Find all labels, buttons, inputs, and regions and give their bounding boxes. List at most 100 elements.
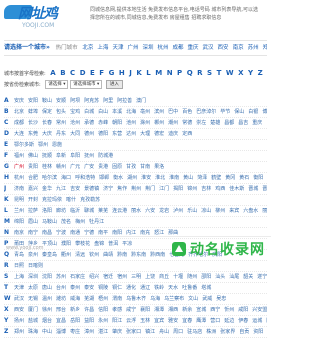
city-link[interactable]: 德宏 [154,131,164,137]
city-link[interactable]: 滨州 [154,109,164,115]
city-link[interactable]: 北京 [14,109,24,115]
city-link[interactable]: 潮州 [168,120,178,126]
city-link[interactable]: 淮南 [169,175,179,181]
city-link[interactable]: 太原 [28,285,38,291]
city-link[interactable]: 嘉兴 [28,186,38,192]
city-link[interactable]: 威海 [70,296,80,302]
city-link[interactable]: 文山 [188,296,198,302]
city-link[interactable]: 张家界 [220,329,235,335]
city-link[interactable]: 潍坊 [56,296,66,302]
letter-link[interactable]: S [207,69,212,77]
city-link[interactable]: 黄山 [183,175,193,181]
city-link[interactable]: 莱芜 [98,208,108,214]
city-link[interactable]: 石家庄 [70,274,85,280]
city-link[interactable]: 佛山 [28,153,38,159]
city-link[interactable]: 汕头 [215,274,225,280]
city-link[interactable]: 百色 [182,109,192,115]
city-link[interactable]: 孝感 [112,307,122,313]
city-link[interactable]: 赣州 [56,164,66,170]
city-link[interactable]: 忻州 [224,307,234,313]
city-link[interactable]: 定西 [182,131,192,137]
city-link[interactable]: 广州 [14,164,24,170]
city-link[interactable]: 江门 [159,186,169,192]
city-link[interactable]: 徐州 [42,307,52,313]
city-link[interactable]: 淮安 [141,175,151,181]
city-link[interactable]: 金华 [42,186,52,192]
city-link[interactable]: 遂宁 [257,274,267,280]
city-link[interactable]: 黄石 [239,175,249,181]
city-link[interactable]: 赤峰 [98,120,108,126]
city-link[interactable]: 大庆 [42,131,52,137]
city-link[interactable]: 宜昌 [56,318,66,324]
city-link[interactable]: 东莞 [28,131,38,137]
city-link[interactable]: 荆门 [145,186,155,192]
city-link[interactable]: 楚雄 [210,120,220,126]
city-link[interactable]: 天津 [14,285,24,291]
city-link[interactable]: 长沙 [28,120,38,126]
city-link[interactable]: 玉林 [140,318,150,324]
city-link[interactable]: 铁岭 [154,285,164,291]
city-link[interactable]: 岳阳 [70,318,80,324]
hot-city-link[interactable]: 苏州 [248,45,259,51]
city-link[interactable]: 上海 [14,274,24,280]
city-link[interactable]: 新乡 [70,307,80,313]
city-link[interactable]: 济宁 [103,186,113,192]
city-link[interactable]: 中山 [42,329,52,335]
city-link[interactable]: 拉萨 [28,208,38,214]
footer-url[interactable]: www.yooji.com [6,245,44,251]
letter-link[interactable]: R [197,69,202,77]
city-link[interactable]: 永州 [98,318,108,324]
city-link[interactable]: 舟山 [159,329,169,335]
city-link[interactable]: 沈阳 [42,274,52,280]
city-link[interactable]: 保定 [42,109,52,115]
city-link[interactable]: 乌海 [150,296,160,302]
city-link[interactable]: 哈尔滨 [42,175,57,181]
city-link[interactable]: 淄博 [56,329,66,335]
city-link[interactable]: 商丘 [159,274,169,280]
city-link[interactable]: 宣城 [196,307,206,313]
city-link[interactable]: 周口 [173,329,183,335]
city-link[interactable]: 亳州 [140,109,150,115]
city-link[interactable]: 湘潭 [154,307,164,313]
city-link[interactable]: 鄂尔多斯 [14,142,34,148]
city-link[interactable]: 成都 [14,120,24,126]
city-link[interactable]: 鹰潭 [196,318,206,324]
city-link[interactable]: 安阳 [28,98,38,104]
city-link[interactable]: 洛阳 [42,208,52,214]
city-link[interactable]: 梧州 [98,296,108,302]
city-link[interactable]: 荆州 [131,186,141,192]
hot-city-link[interactable]: 杭州 [157,45,168,51]
city-link[interactable]: 宜春 [182,318,192,324]
city-link[interactable]: 晋城 [248,186,258,192]
city-link[interactable]: 本溪 [112,109,122,115]
letter-link[interactable]: K [136,69,141,77]
letter-link[interactable]: X [238,69,243,77]
city-link[interactable]: 阿克苏 [84,98,99,104]
city-select[interactable]: 请选择城市 ▾ [70,80,103,89]
city-link[interactable]: 焦作 [117,186,127,192]
city-link[interactable]: 柳州 [215,208,225,214]
hot-city-link[interactable]: 上海 [97,45,108,51]
city-link[interactable]: 衡水 [113,175,123,181]
city-link[interactable]: 泰州 [70,285,80,291]
hot-city-link[interactable]: 深圳 [142,45,153,51]
city-link[interactable]: 吉安 [70,186,80,192]
city-link[interactable]: 常州 [56,120,66,126]
city-link[interactable]: 营口 [210,318,220,324]
city-link[interactable]: 西安 [14,307,24,313]
city-link[interactable]: 甘孜 [126,164,136,170]
city-link[interactable]: 丽水 [131,208,141,214]
city-link[interactable]: 肇庆 [112,329,122,335]
city-link[interactable]: 博尔塔拉 [262,109,267,115]
letter-link[interactable]: B [60,69,65,77]
city-link[interactable]: 阳江 [112,318,122,324]
city-link[interactable]: 驻马店 [187,329,202,335]
city-link[interactable]: 汕尾 [229,274,239,280]
city-link[interactable]: 唐山 [42,285,52,291]
city-link[interactable]: 淮北 [155,175,165,181]
city-link[interactable]: 张家口 [126,329,141,335]
city-link[interactable]: 自贡 [239,329,249,335]
city-link[interactable]: 许昌 [84,307,94,313]
city-link[interactable]: 开封 [28,197,38,203]
letter-link[interactable]: Q [187,69,193,77]
